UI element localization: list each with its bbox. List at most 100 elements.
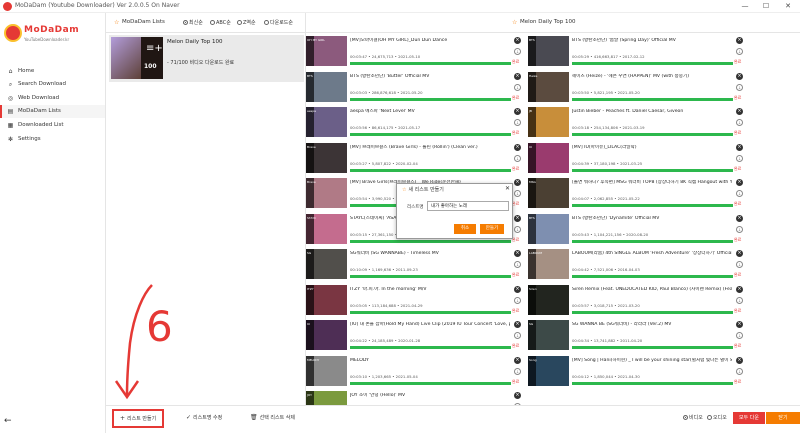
download-icon[interactable]: ↓	[736, 154, 743, 162]
download-icon[interactable]: ↓	[736, 83, 743, 91]
song-item[interactable]: Brave [MV] 브레이브걸스 (Brave Girls) - 롤린 (Rol…	[306, 142, 522, 176]
remove-icon[interactable]: ×	[736, 356, 743, 364]
song-item[interactable]: SG SG WANNA BE (SG워너비) - 라라라 (Ver.2) MV 00…	[528, 319, 744, 353]
song-title: BTS (방탄소년단) '봄날 (Spring Day)' Official M…	[572, 38, 676, 43]
download-icon[interactable]: ↓	[514, 119, 521, 126]
download-icon[interactable]: ↓	[514, 48, 521, 55]
audio-radio[interactable]: 오디오	[707, 414, 727, 421]
cancel-button[interactable]: 취소	[454, 224, 476, 234]
download-icon[interactable]: ↓	[736, 261, 743, 268]
download-icon[interactable]: ↓	[736, 225, 743, 233]
download-icon[interactable]: ↓	[736, 119, 743, 126]
song-item[interactable]: BTS BTS (방탄소년단) 'Dynamite' Official MV 00:…	[528, 213, 744, 247]
download-icon[interactable]: ↓	[736, 190, 743, 197]
thumbnail-tag: aespa	[307, 109, 316, 113]
song-item[interactable]: Song [MV] Song | Hani(하이현) _ I will be yo…	[528, 355, 744, 389]
download-progress-bar	[572, 168, 733, 172]
download-icon[interactable]: ↓	[736, 296, 743, 304]
song-item[interactable]: MELODY MELODY 00:03:10 • 1,203,665 • 2021-…	[306, 355, 522, 389]
song-item[interactable]: OH MY GIRL [MV]오마이걸(OH MY GIRL)_Dun Dun D…	[306, 35, 522, 69]
song-item[interactable]: BTS BTS (방탄소년단) '봄날 (Spring Day)' Officia…	[528, 35, 744, 69]
remove-icon[interactable]: ×	[736, 108, 743, 115]
remove-icon[interactable]: ×	[736, 321, 743, 328]
thumbnail-tag: SG	[307, 251, 312, 255]
close-window-button[interactable]: ✕	[781, 1, 795, 12]
song-item[interactable]: IU [MV] IU(아이유)_LILAC(라일락) 00:04:39 • 37,1…	[528, 142, 744, 176]
download-icon[interactable]: ↓	[514, 261, 521, 268]
song-title: BTS (방탄소년단) 'Dynamite' Official MV	[572, 215, 660, 221]
song-item[interactable]: MSG [놀면 뭐하니? 후속편] MSG 워너비 TOP8 (상상더하기 8K …	[528, 177, 744, 211]
create-list-button[interactable]: + 리스트 만들기	[112, 409, 165, 428]
sort-reverse-radio[interactable]: Z역순	[237, 19, 256, 26]
download-icon[interactable]: ↓	[514, 154, 521, 162]
download-all-button[interactable]: 모두 다운	[733, 412, 765, 424]
remove-icon[interactable]: ×	[514, 37, 521, 44]
song-meta: 00:03:27 • 5,807,822 • 2020-02-04	[350, 160, 418, 166]
download-progress-bar	[350, 275, 511, 278]
song-item[interactable]: Heize 헤이즈 (Heize) - '헤픈 우연 (HAPPEN)' MV (…	[528, 71, 744, 105]
songs-panel: ☆ Melon Daily Top 100 OH MY GIRL [MV]오마이걸…	[306, 13, 800, 421]
song-item[interactable]: IU [IU] 내 손을 잡아(Hold My Hand) Live Clip (…	[306, 319, 522, 353]
dialog-close-icon[interactable]: ✕	[505, 185, 510, 192]
remove-icon[interactable]: ×	[514, 143, 521, 151]
remove-icon[interactable]: ×	[514, 321, 521, 328]
list-name-input[interactable]: 내가 좋아하는 노래	[427, 201, 509, 211]
download-icon[interactable]: ↓	[514, 367, 521, 375]
remove-icon[interactable]: ×	[736, 250, 743, 257]
minimize-button[interactable]: —	[738, 1, 752, 12]
remove-icon[interactable]: ×	[514, 179, 521, 186]
list-card[interactable]: ≡+ 100 Melon Daily Top 100 - 71/100 비디오 …	[109, 35, 304, 82]
download-icon[interactable]: ↓	[514, 83, 521, 91]
sidebar-item-home[interactable]: ⌂ Home	[0, 65, 105, 78]
download-icon[interactable]: ↓	[514, 225, 521, 233]
list-name-label: 리스트명	[407, 205, 424, 210]
remove-icon[interactable]: ×	[736, 37, 743, 44]
remove-icon[interactable]: ×	[514, 285, 521, 293]
download-icon[interactable]: ↓	[736, 367, 743, 375]
logo-subtitle: YouTubeDownloader.kr	[24, 37, 70, 42]
song-item[interactable]: LABOUM LABOUM(라붐) 4th SINGLE ALBUM 'Fresh…	[528, 248, 744, 282]
remove-icon[interactable]: ×	[514, 108, 521, 115]
sort-newest-radio[interactable]: 최신순	[183, 19, 203, 26]
sort-abc-radio[interactable]: ABC순	[210, 19, 231, 26]
maximize-button[interactable]: ☐	[759, 1, 773, 12]
download-icon[interactable]: ↓	[736, 48, 743, 55]
song-item[interactable]: BTS BTS (방탄소년단) 'Butter' Official MV 00:03…	[306, 71, 522, 105]
sidebar-item-downloaded-list[interactable]: ▦ Downloaded List	[0, 119, 105, 132]
delete-list-button[interactable]: 🗑 선택 리스트 삭제	[250, 414, 295, 421]
song-item[interactable]: ITZY ITZY '마.피.아. In the morning' M/V 00:0…	[306, 284, 522, 318]
create-button[interactable]: 만들기	[480, 224, 504, 234]
video-label: 비디오	[689, 415, 703, 421]
sort-download-radio[interactable]: 다운로드순	[264, 19, 293, 26]
remove-icon[interactable]: ×	[736, 143, 743, 151]
download-icon[interactable]: ↓	[514, 296, 521, 304]
download-icon[interactable]: ↓	[736, 332, 743, 339]
remove-icon[interactable]: ×	[736, 285, 743, 293]
rename-list-button[interactable]: ✓ 리스트명 수정	[186, 414, 222, 421]
sidebar-item-modadam-lists[interactable]: ▤ MoDaDam Lists	[0, 105, 105, 118]
remove-icon[interactable]: ×	[736, 214, 743, 222]
remove-icon[interactable]: ×	[514, 392, 521, 399]
remove-icon[interactable]: ×	[514, 250, 521, 257]
song-item[interactable]: Siren Siren Remix (Feat. UNEDUCATED KID, …	[528, 284, 744, 318]
song-item[interactable]: aespa aespa 에스파 'Next Level' MV 00:03:56 •…	[306, 106, 522, 140]
remove-icon[interactable]: ×	[514, 214, 521, 222]
list-icon: ☆	[512, 19, 518, 26]
remove-icon[interactable]: ×	[736, 179, 743, 186]
video-radio[interactable]: 비디오	[683, 414, 703, 421]
download-icon[interactable]: ↓	[514, 190, 521, 197]
song-meta: 00:04:42 • 7,521,006 • 2016-04-03	[572, 267, 640, 272]
download-progress-bar	[572, 310, 733, 314]
sidebar-item-settings[interactable]: ✻ Settings	[0, 133, 105, 146]
song-item[interactable]: JB Justin Bieber - Peaches ft. Daniel Cae…	[528, 106, 744, 140]
sidebar-item-search-download[interactable]: ⌕ Search Download	[0, 78, 105, 91]
download-icon[interactable]: ↓	[514, 332, 521, 339]
sidebar-item-web-download[interactable]: ◎ Web Download	[0, 92, 105, 105]
remove-icon[interactable]: ×	[736, 72, 743, 80]
remove-icon[interactable]: ×	[514, 72, 521, 80]
close-button[interactable]: 닫기	[766, 412, 800, 424]
remove-icon[interactable]: ×	[514, 356, 521, 364]
song-item[interactable]: SG SG워너비 (SG WANNABE) - Timeless MV 00:10:…	[306, 248, 522, 282]
back-arrow-icon[interactable]: ←	[4, 416, 12, 426]
songs-header: ☆ Melon Daily Top 100	[306, 13, 800, 33]
